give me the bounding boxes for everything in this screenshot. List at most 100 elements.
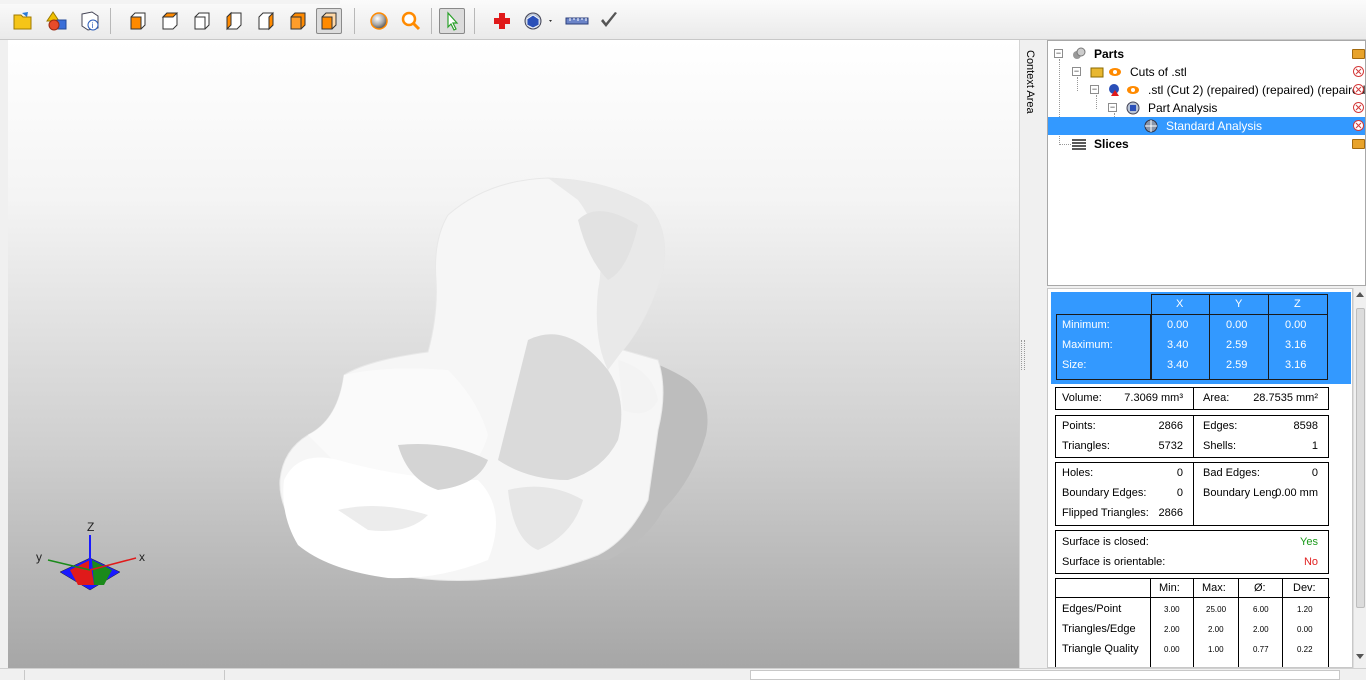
import-shapes-icon[interactable] bbox=[44, 8, 70, 34]
select-arrow-icon[interactable] bbox=[439, 8, 465, 34]
progress-field bbox=[750, 670, 1340, 680]
flipped-triangles-label: Flipped Triangles: bbox=[1062, 507, 1149, 519]
scroll-thumb[interactable] bbox=[1356, 308, 1365, 608]
surface-closed-label: Surface is closed: bbox=[1062, 536, 1149, 548]
divider bbox=[1193, 388, 1194, 409]
svg-text:i: i bbox=[92, 21, 94, 30]
volume-value: 7.3069 mm³ bbox=[1124, 392, 1183, 404]
bbox-header-x: X bbox=[1176, 298, 1184, 310]
surface-orientable-value: No bbox=[1303, 556, 1318, 568]
axis-triad bbox=[47, 535, 137, 591]
errors-box: Holes: 0 Bad Edges: 0 Boundary Edges: 0 … bbox=[1055, 462, 1329, 526]
stats-value: 0.00 bbox=[1164, 645, 1180, 654]
delete-icon[interactable] bbox=[1353, 102, 1364, 113]
triangles-label: Triangles: bbox=[1062, 440, 1110, 452]
collapse-toggle[interactable]: − bbox=[1090, 85, 1099, 94]
tree-item-cut-part[interactable]: − .stl (Cut 2) (repaired) (repaired) (re… bbox=[1048, 81, 1366, 99]
tree-label: Parts bbox=[1094, 47, 1125, 61]
delete-icon[interactable] bbox=[1353, 66, 1364, 77]
sphere-icon[interactable] bbox=[366, 8, 392, 34]
stats-value: 2.00 bbox=[1164, 625, 1180, 634]
tree-label: Part Analysis bbox=[1148, 101, 1218, 115]
stats-value: 0.22 bbox=[1297, 645, 1313, 654]
surface-box: Surface is closed: Yes Surface is orient… bbox=[1055, 530, 1329, 574]
bbox-value: 3.16 bbox=[1285, 339, 1307, 351]
delete-icon[interactable] bbox=[1353, 84, 1364, 95]
context-area-label: Context Area bbox=[1024, 50, 1036, 114]
tree-item-standard-analysis[interactable]: Standard Analysis bbox=[1048, 117, 1365, 135]
surface-closed-value: Yes bbox=[1300, 536, 1318, 548]
cuts-folder-icon bbox=[1090, 67, 1104, 78]
shells-label: Shells: bbox=[1203, 440, 1237, 452]
edges-label: Edges: bbox=[1203, 420, 1238, 432]
stats-value: 2.00 bbox=[1253, 625, 1269, 634]
stats-value: 25.00 bbox=[1206, 605, 1227, 614]
counts-box: Points: 2866 Edges: 8598 Triangles: 5732… bbox=[1055, 415, 1329, 458]
tree-label: .stl (Cut 2) (repaired) (repaired) (repa… bbox=[1148, 83, 1366, 97]
open-folder-icon[interactable] bbox=[1352, 49, 1365, 59]
zoom-icon[interactable] bbox=[398, 8, 424, 34]
status-segment bbox=[24, 670, 25, 680]
volume-label: Volume: bbox=[1062, 392, 1102, 404]
analysis-icon[interactable] bbox=[520, 8, 556, 34]
stats-row-label: Triangles/Edge bbox=[1062, 623, 1136, 635]
view-right-icon[interactable] bbox=[221, 8, 247, 34]
tree-item-slices[interactable]: Slices bbox=[1048, 135, 1365, 153]
splitter-grip[interactable] bbox=[1021, 340, 1025, 370]
3d-viewport[interactable]: Z y x bbox=[8, 40, 1019, 668]
axis-label-x: x bbox=[139, 550, 145, 564]
collapse-toggle[interactable]: − bbox=[1072, 67, 1081, 76]
bbox-value: 0.00 bbox=[1285, 319, 1307, 331]
delete-icon[interactable] bbox=[1353, 120, 1364, 131]
view-front-icon[interactable] bbox=[125, 8, 151, 34]
bbox-row-label: Minimum: bbox=[1062, 319, 1110, 331]
visibility-eye-icon[interactable] bbox=[1108, 65, 1122, 79]
points-label: Points: bbox=[1062, 420, 1096, 432]
view-bottom-icon[interactable] bbox=[285, 8, 311, 34]
view-left-icon[interactable] bbox=[189, 8, 215, 34]
stats-header-dev: Dev: bbox=[1293, 582, 1316, 594]
parts-tree: − Parts − Cuts of .stl − .stl (Cut 2) (r… bbox=[1047, 40, 1366, 286]
part-model[interactable] bbox=[8, 40, 1019, 668]
divider bbox=[1193, 416, 1194, 457]
bbox-value: 3.40 bbox=[1167, 339, 1189, 351]
collapse-toggle[interactable]: − bbox=[1108, 103, 1117, 112]
bbox-header-z: Z bbox=[1294, 298, 1301, 310]
view-back-icon[interactable] bbox=[157, 8, 183, 34]
measure-ruler-icon[interactable] bbox=[564, 8, 590, 34]
boundary-length-label: Boundary Leng bbox=[1203, 487, 1278, 499]
open-folder-icon[interactable] bbox=[1352, 139, 1365, 149]
visibility-eye-icon[interactable] bbox=[1126, 83, 1140, 97]
collapse-toggle[interactable]: − bbox=[1054, 49, 1063, 58]
tree-item-part-analysis[interactable]: − Part Analysis bbox=[1048, 99, 1365, 117]
open-icon[interactable] bbox=[10, 8, 36, 34]
scroll-down-icon[interactable] bbox=[1356, 654, 1364, 659]
points-value: 2866 bbox=[1158, 420, 1183, 432]
divider bbox=[1193, 463, 1194, 525]
toolbar-separator bbox=[110, 8, 111, 34]
add-plus-icon[interactable] bbox=[489, 8, 515, 34]
shells-value: 1 bbox=[1311, 440, 1318, 452]
boundary-length-value: 0.00 mm bbox=[1275, 487, 1318, 499]
area-value: 28.7535 mm² bbox=[1253, 392, 1318, 404]
part-info-icon[interactable]: i bbox=[77, 8, 103, 34]
view-iso-icon[interactable] bbox=[316, 8, 342, 34]
bbox-value: 2.59 bbox=[1226, 339, 1248, 351]
analysis-scrollbar[interactable] bbox=[1353, 288, 1366, 668]
edges-value: 8598 bbox=[1293, 420, 1318, 432]
boundary-edges-label: Boundary Edges: bbox=[1062, 487, 1147, 499]
apply-check-icon[interactable] bbox=[596, 8, 622, 34]
context-area-tab[interactable]: Context Area bbox=[1019, 40, 1047, 668]
stats-value: 1.00 bbox=[1208, 645, 1224, 654]
stats-value: 0.77 bbox=[1253, 645, 1269, 654]
bbox-header-y: Y bbox=[1235, 298, 1243, 310]
tree-item-parts[interactable]: − Parts bbox=[1048, 45, 1365, 63]
tree-item-cuts[interactable]: − Cuts of .stl bbox=[1048, 63, 1365, 81]
statistics-box: Min: Max: Ø: Dev: Edges/Point 3.00 25.00… bbox=[1055, 578, 1330, 667]
bbox-row-label: Maximum: bbox=[1062, 339, 1113, 351]
view-top-icon[interactable] bbox=[253, 8, 279, 34]
scroll-up-icon[interactable] bbox=[1356, 292, 1364, 297]
app-window: i Z y x Context Area − Parts − Cuts of .… bbox=[0, 0, 1366, 680]
bbox-value: 0.00 bbox=[1226, 319, 1248, 331]
parts-icon bbox=[1073, 47, 1086, 59]
